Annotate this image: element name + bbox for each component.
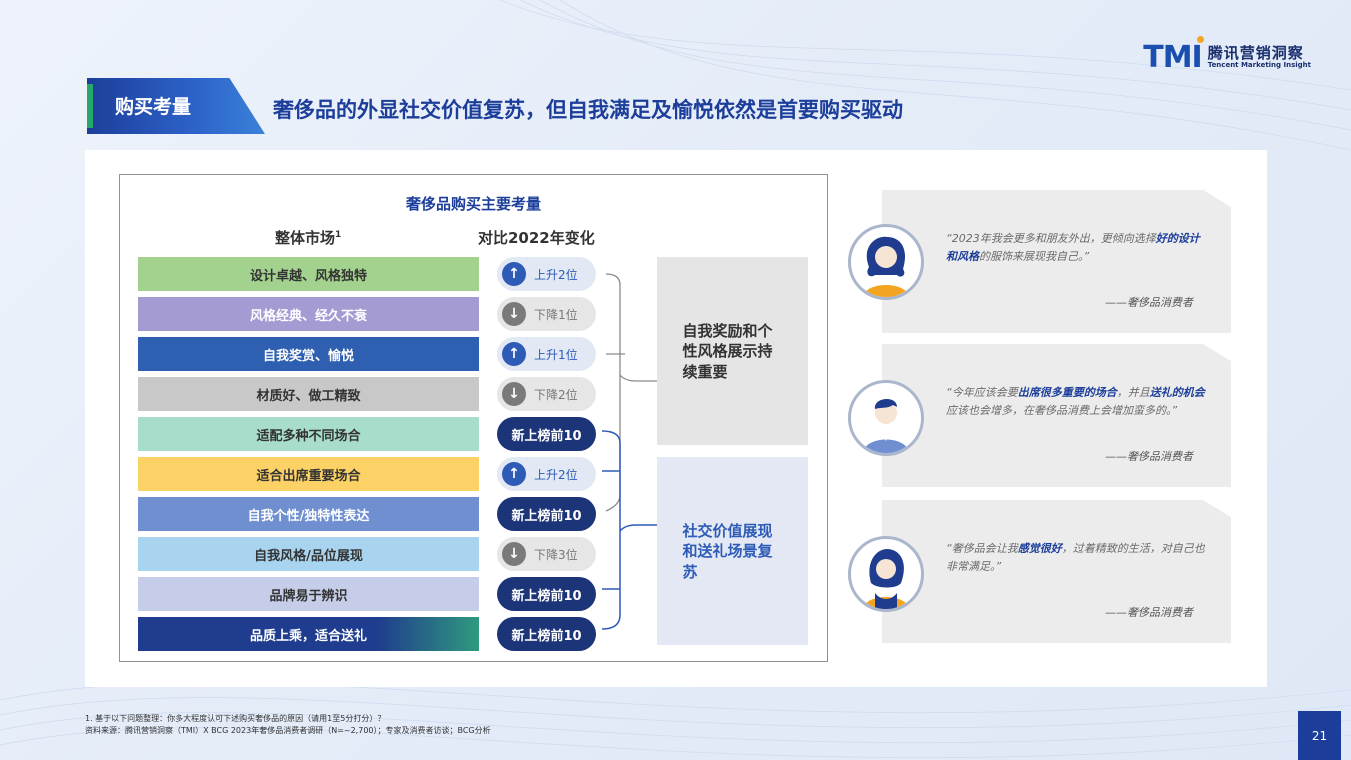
quote-card-1: “2023年我会更多和朋友外出，更倾向选择好的设计和风格的服饰来展现我自己。” … — [882, 190, 1231, 333]
quote-text-2: “今年应该会要出席很多重要的场合，并且送礼的机会应该也会增多，在奢侈品消费上会增… — [946, 386, 1205, 417]
section-tag-label: 购买考量 — [115, 96, 192, 118]
footnotes: 1. 基于以下问题整理：你多大程度认可下述购买奢侈品的原因（请用1至5分打分）？… — [85, 713, 491, 736]
avatar-woman-2 — [848, 536, 924, 612]
logo-mark: TMI — [1143, 36, 1204, 75]
group-social-value: 社交价值展现和送礼场景复苏 — [657, 457, 808, 645]
quote-source-3: ——奢侈品消费者 — [1105, 606, 1193, 619]
logo-cn: 腾讯营销洞察 — [1207, 43, 1304, 62]
section-tag: 购买考量 — [87, 78, 265, 134]
quote-card-2: “今年应该会要出席很多重要的场合，并且送礼的机会应该也会增多，在奢侈品消费上会增… — [882, 344, 1231, 487]
quote-text-1: “2023年我会更多和朋友外出，更倾向选择好的设计和风格的服饰来展现我自己。” — [946, 232, 1200, 263]
group-self-reward: 自我奖励和个性风格展示持续重要 — [657, 257, 808, 445]
brand-logo: TMI 腾讯营销洞察 Tencent Marketing Insight — [1143, 36, 1311, 75]
footnote-question: 1. 基于以下问题整理：你多大程度认可下述购买奢侈品的原因（请用1至5分打分）？ — [85, 714, 386, 723]
quote-source-1: ——奢侈品消费者 — [1105, 296, 1193, 309]
quote-text-3: “奢侈品会让我感觉很好，过着精致的生活，对自己也非常满足。” — [946, 542, 1205, 573]
avatar-man — [848, 380, 924, 456]
avatar-woman-1 — [848, 224, 924, 300]
footnote-source: 资料来源：腾讯营销洞察（TMI）X BCG 2023年奢侈品消费者调研（N=~2… — [85, 725, 491, 735]
quote-card-3: “奢侈品会让我感觉很好，过着精致的生活，对自己也非常满足。” ——奢侈品消费者 — [882, 500, 1231, 643]
logo-en: Tencent Marketing Insight — [1207, 60, 1311, 69]
page-number: 21 — [1298, 711, 1341, 760]
ranking-chart: 奢侈品购买主要考量 整体市场1 对比2022年变化 设计卓越、风格独特 ↑ 上升2位… — [119, 174, 828, 662]
quote-source-2: ——奢侈品消费者 — [1105, 450, 1193, 463]
page-headline: 奢侈品的外显社交价值复苏，但自我满足及愉悦依然是首要购买驱动 — [273, 98, 903, 122]
